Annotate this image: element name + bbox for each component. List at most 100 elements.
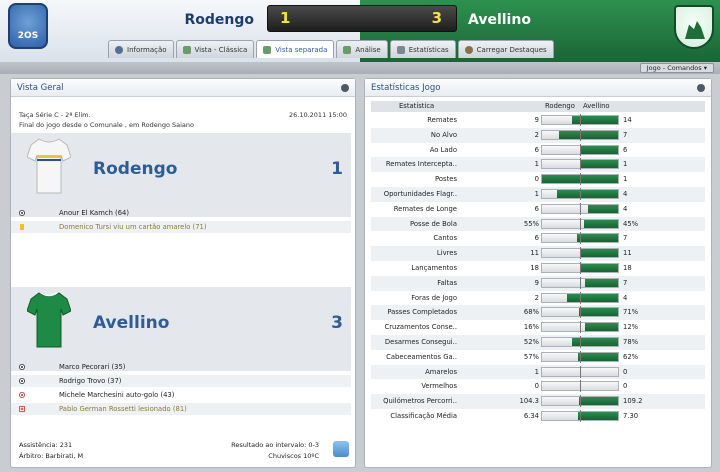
stat-home-value: 68% (523, 308, 539, 317)
ball-icon (19, 364, 25, 370)
stat-label: Livres (436, 249, 457, 258)
ball-icon (19, 210, 25, 216)
stat-away-value: 11 (623, 249, 632, 258)
stat-bar-away-fill (580, 249, 618, 258)
tab-vista-classica[interactable]: Vista - Clássica (175, 40, 255, 58)
stat-away-value: 0 (623, 382, 628, 391)
stat-label: Passes Completados (387, 308, 457, 317)
stat-bar (541, 188, 619, 200)
stats-row: Remates 9 14 (371, 113, 705, 128)
away-team-block: Avellino 3 (11, 287, 351, 371)
home-score: 1 (280, 9, 291, 27)
tab-analise[interactable]: Análise (336, 40, 388, 58)
tab-label: Vista separada (275, 45, 328, 54)
venue-label: Final do jogo desde o Comunale , em Rode… (19, 121, 194, 129)
home-team-title[interactable]: Rodengo (93, 159, 177, 179)
stat-bar-midline (580, 291, 581, 304)
stat-away-value: 4 (623, 190, 628, 198)
stat-bar (541, 336, 619, 348)
stats-row: Ao Lado 6 6 (371, 143, 705, 158)
event-row: Anour El Kamch (64) (11, 207, 351, 219)
stat-home-value: 2 (534, 130, 539, 139)
stat-bar (541, 262, 619, 274)
stat-home-value: 6 (534, 204, 539, 213)
stat-label: Classificação Média (390, 412, 457, 420)
stat-bar (541, 365, 619, 378)
weather-label: Chuviscos 10ºC (268, 452, 319, 460)
stat-bar-away-fill (558, 130, 618, 139)
stats-row: Cantos 6 7 (371, 231, 705, 246)
stats-row: Cabeceamentos Ga.. 57% 62% (371, 350, 705, 365)
home-team-score: 1 (331, 159, 343, 179)
stat-away-value: 7.30 (623, 412, 639, 420)
match-date: 26.10.2011 15:00 (288, 111, 347, 119)
panel-options-icon[interactable] (341, 84, 349, 92)
event-text: Rodrigo Trovo (37) (59, 377, 122, 385)
stat-away-value: 1 (623, 175, 628, 184)
stat-home-value: 0 (534, 175, 539, 184)
away-shirt-icon (27, 292, 71, 348)
own-goal-icon (19, 392, 25, 398)
stat-away-value: 71% (623, 308, 639, 317)
event-text: Marco Pecorari (35) (59, 363, 126, 371)
away-team-name[interactable]: Avellino (468, 12, 531, 28)
stats-panel: Estatísticas Jogo Estatística Rodengo Av… (364, 78, 712, 468)
stat-home-value: 6 (534, 234, 539, 243)
stat-bar-midline (580, 217, 581, 230)
stat-bar-away-fill (576, 234, 618, 243)
tab-estatisticas[interactable]: Estatísticas (389, 40, 456, 58)
stat-bar-away-fill (571, 116, 618, 124)
stat-bar (541, 380, 619, 393)
info-icon (115, 45, 123, 54)
stat-bar-midline (580, 173, 581, 186)
stat-label: Posse de Bola (410, 219, 457, 228)
toolbar: Jogo - Comandos ▾ (0, 62, 720, 74)
stats-row: Posse de Bola 55% 45% (371, 216, 705, 232)
pitch-icon (343, 45, 352, 54)
away-team-title[interactable]: Avellino (93, 313, 169, 333)
stat-bar-away-fill (579, 308, 618, 317)
stat-label: No Alvo (430, 130, 457, 139)
tab-label: Estatísticas (408, 45, 449, 54)
stats-row: Vermelhos 0 0 (371, 379, 705, 394)
tab-carregar-destaques[interactable]: Carregar Destaques (457, 40, 554, 58)
home-team-name[interactable]: Rodengo (150, 12, 254, 28)
stat-bar-away-fill (587, 204, 618, 213)
stats-row: Amarelos 1 0 (371, 364, 705, 380)
panel-options-icon[interactable] (697, 84, 705, 92)
overview-panel: Vista Geral Taça Série C - 2ª Elim. 26.1… (10, 78, 356, 468)
stat-home-value: 1 (534, 367, 539, 376)
stat-home-value: 55% (523, 219, 539, 228)
stat-label: Ao Lado (429, 145, 457, 154)
stat-bar-away-fill (580, 264, 618, 272)
stat-bar (541, 291, 619, 304)
stat-bar-midline (580, 365, 581, 378)
stat-bar-midline (580, 306, 581, 319)
tab-informacao[interactable]: Informação (108, 40, 174, 58)
stat-bar (541, 395, 619, 408)
stat-bar-midline (580, 350, 581, 363)
ball-icon (19, 378, 25, 384)
stat-label: Quilómetros Percorri.. (383, 397, 457, 406)
event-row: Michele Marchesini auto-golo (43) (11, 389, 351, 401)
tab-label: Vista - Clássica (194, 45, 248, 54)
away-score: 3 (431, 9, 442, 27)
stat-bar (541, 202, 619, 215)
stat-label: Desarmes Consegui.. (384, 338, 457, 346)
stat-home-value: 1 (534, 160, 539, 169)
stats-row: Remates de Longe 6 4 (371, 202, 705, 217)
stat-bar (541, 350, 619, 363)
match-commands-dropdown[interactable]: Jogo - Comandos ▾ (639, 63, 714, 73)
stat-away-value: 18 (623, 264, 632, 272)
star-icon (464, 45, 473, 54)
stat-bar-away-fill (557, 190, 618, 198)
stat-away-value: 1 (623, 160, 628, 169)
stats-row: Desarmes Consegui.. 52% 78% (371, 335, 705, 350)
stat-bar (541, 217, 619, 230)
stat-bar-away-fill (580, 160, 618, 169)
col-header-stat[interactable]: Estatística (399, 102, 434, 110)
stat-home-value: 0 (534, 382, 539, 391)
col-header-home[interactable]: Rodengo (545, 102, 575, 110)
col-header-away[interactable]: Avellino (583, 102, 610, 110)
tab-vista-separada[interactable]: Vista separada (256, 40, 335, 58)
